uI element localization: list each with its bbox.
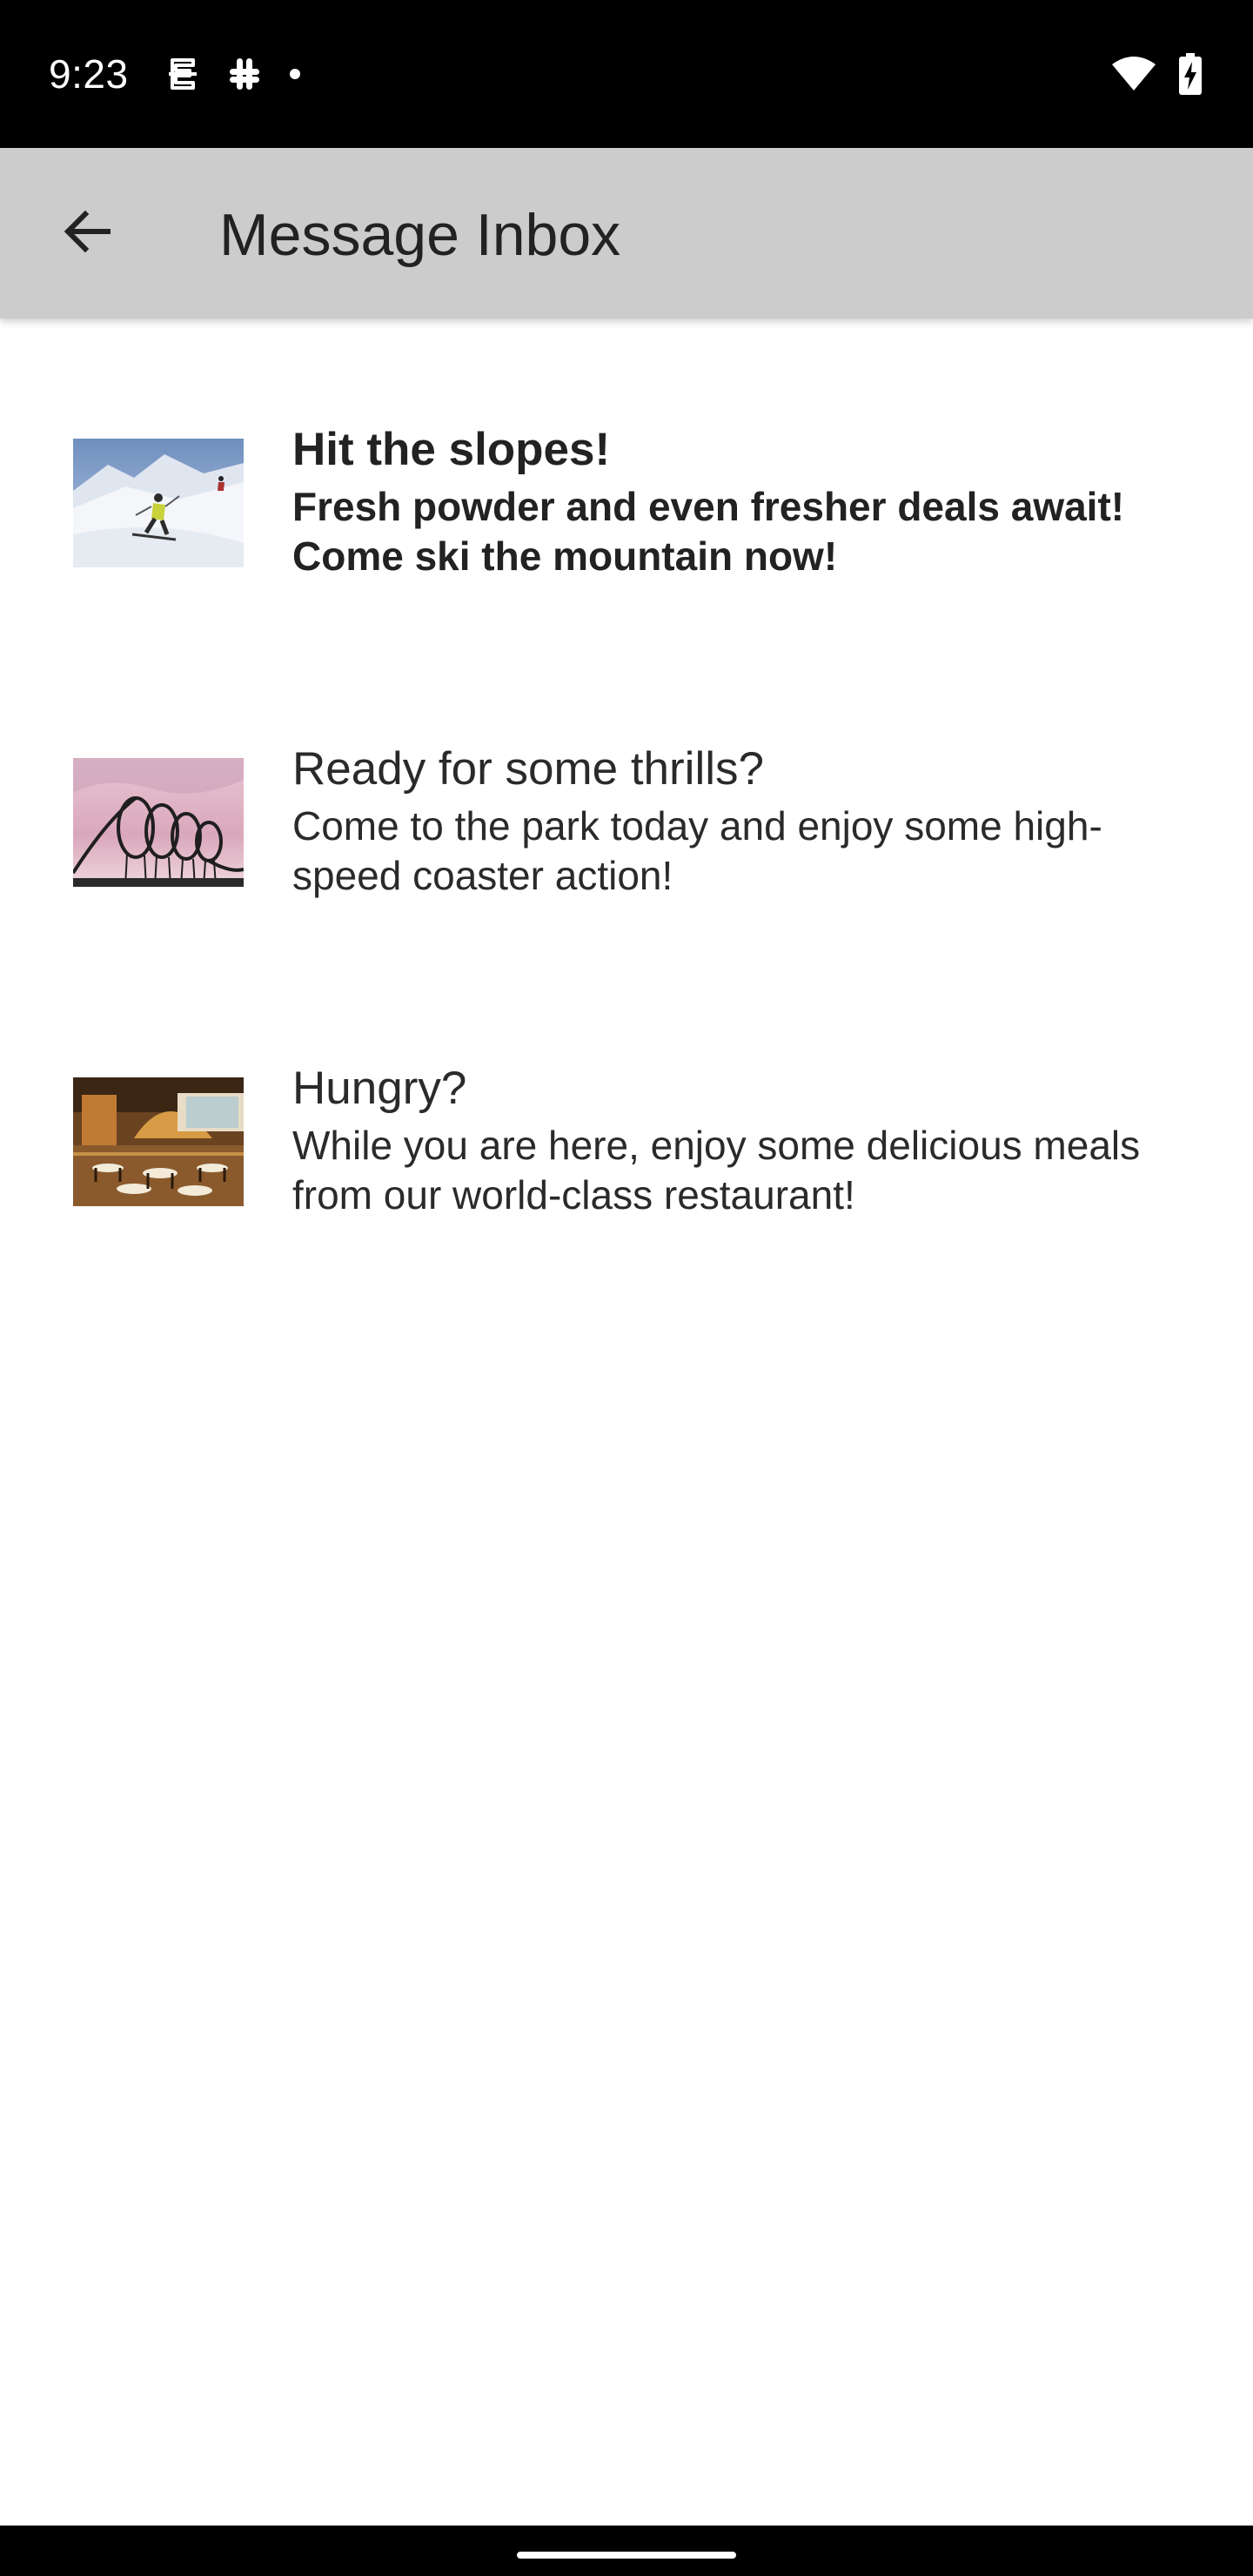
message-title: Ready for some thrills? [292,743,764,795]
notification-icon [165,55,200,93]
message-title: Hit the slopes! [292,424,611,475]
restaurant-image [73,1077,244,1206]
skier-image [73,439,244,567]
app-bar: Message Inbox [0,148,1253,319]
message-content: Hungry? While you are here, enjoy some d… [292,1060,1197,1220]
message-item-hungry[interactable]: Hungry? While you are here, enjoy some d… [0,957,1253,1277]
dot-icon [289,68,301,80]
message-content: Ready for some thrills? Come to the park… [292,741,1197,901]
message-list: Hit the slopes! Fresh powder and even fr… [0,319,1253,1277]
roller-coaster-image [73,758,244,887]
status-icons-left [165,52,325,96]
status-bar: 9:23 [0,0,1253,148]
navigation-bar [0,2526,1253,2576]
message-body: While you are here, enjoy some delicious… [292,1123,1141,1218]
home-indicator[interactable] [517,2552,736,2559]
slack-icon [224,54,265,94]
message-item-ready-for-thrills[interactable]: Ready for some thrills? Come to the park… [0,638,1253,957]
page-title: Message Inbox [219,202,621,268]
arrow-back-icon [61,205,113,262]
back-button[interactable] [45,191,129,275]
message-content: Hit the slopes! Fresh powder and even fr… [292,421,1197,581]
message-body: Come to the park today and enjoy some hi… [292,803,1102,898]
wifi-icon [1110,56,1157,92]
battery-charging-icon [1178,53,1203,95]
message-body: Fresh powder and even fresher deals awai… [292,484,1125,579]
message-title: Hungry? [292,1063,467,1114]
message-item-hit-the-slopes[interactable]: Hit the slopes! Fresh powder and even fr… [0,319,1253,638]
status-time: 9:23 [49,51,129,97]
status-icons-right [1089,52,1203,96]
